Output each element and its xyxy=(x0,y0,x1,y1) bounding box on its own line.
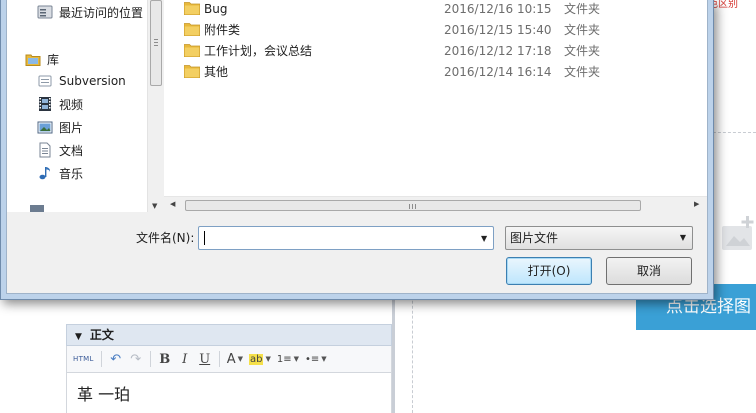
file-name: 其他 xyxy=(204,65,229,79)
highlight-label: ab xyxy=(248,353,264,365)
recent-places-icon xyxy=(37,4,53,20)
chevron-down-icon: ▼ xyxy=(293,355,299,363)
nav-item-label: 视频 xyxy=(59,97,84,112)
editor-toolbar: HTML ↶ ↷ B I U A ▼ ab ▼ 1≡ ▼ •≡ ▼ xyxy=(66,346,392,372)
nav-item-partial[interactable] xyxy=(7,205,147,212)
text-caret xyxy=(204,231,205,245)
grip-line xyxy=(154,42,158,43)
file-type: 文件夹 xyxy=(564,2,601,16)
file-name: 附件类 xyxy=(204,23,241,37)
grip-line xyxy=(154,39,158,40)
chevron-down-icon: ▼ xyxy=(321,355,327,363)
scrollbar-thumb[interactable] xyxy=(185,200,641,211)
nav-item-music[interactable]: 音乐 xyxy=(7,162,147,184)
filename-combobox[interactable]: ▼ xyxy=(198,226,494,250)
cancel-button[interactable]: 取消 xyxy=(606,257,692,285)
italic-button[interactable]: I xyxy=(176,349,194,369)
scroll-right-arrow-icon[interactable]: ▶ xyxy=(694,200,699,208)
nav-item-documents[interactable]: 文档 xyxy=(7,139,147,161)
grip-line xyxy=(415,204,416,209)
grip-line xyxy=(154,45,158,46)
highlight-button[interactable]: ab ▼ xyxy=(247,349,273,369)
ordered-list-icon: 1≡ xyxy=(276,353,292,365)
folder-icon xyxy=(184,65,200,78)
chevron-down-icon: ▼ xyxy=(237,355,243,363)
html-source-button[interactable]: HTML xyxy=(71,349,96,369)
collapse-triangle-icon: ▼ xyxy=(75,332,82,342)
panel-divider xyxy=(392,300,395,413)
folder-icon xyxy=(184,2,200,15)
file-date: 2016/12/14 16:14 xyxy=(444,64,552,79)
folder-icon xyxy=(184,23,200,36)
file-name: 工作计划，会议总结 xyxy=(204,44,313,58)
documents-icon xyxy=(37,142,53,158)
scroll-down-arrow-icon[interactable]: ▼ xyxy=(152,202,157,210)
image-placeholder-icon xyxy=(722,216,754,250)
file-row[interactable]: 其他 2016/12/14 16:14 文件夹 xyxy=(164,61,707,82)
file-list-horizontal-scrollbar[interactable]: ◀ ▶ xyxy=(164,196,707,213)
file-row[interactable]: 附件类 2016/12/15 15:40 文件夹 xyxy=(164,19,707,40)
bold-button[interactable]: B xyxy=(156,349,174,369)
nav-item-label: 文档 xyxy=(59,143,84,158)
file-row[interactable]: 工作计划，会议总结 2016/12/12 17:18 文件夹 xyxy=(164,40,707,61)
grip-line xyxy=(409,204,410,209)
file-date: 2016/12/16 10:15 xyxy=(444,1,552,16)
nav-item-label: 库 xyxy=(47,52,60,67)
file-name: Bug xyxy=(204,1,228,16)
nav-item-label: Subversion xyxy=(59,74,126,88)
underline-button[interactable]: U xyxy=(196,349,214,369)
nav-item-recent-places[interactable]: 最近访问的位置 xyxy=(7,1,147,23)
filename-input[interactable] xyxy=(203,230,473,246)
filename-label: 文件名(N): xyxy=(136,231,195,245)
grip-line xyxy=(412,204,413,209)
video-icon xyxy=(37,96,53,112)
nav-item-label: 最近访问的位置 xyxy=(59,5,144,20)
file-type: 文件夹 xyxy=(564,65,601,79)
editor-content[interactable]: 革 一珀 xyxy=(66,372,392,413)
music-icon xyxy=(37,165,53,181)
editor-section-header[interactable]: ▼ 正文 xyxy=(66,324,392,346)
file-list: Bug 2016/12/16 10:15 文件夹 附件类 2016/12/15 … xyxy=(164,0,707,196)
file-type-filter-select[interactable]: 图片文件 ▼ xyxy=(505,226,693,250)
nav-vertical-scrollbar[interactable]: ▼ xyxy=(147,0,164,212)
scroll-left-arrow-icon[interactable]: ◀ xyxy=(170,200,175,208)
chevron-down-icon[interactable]: ▼ xyxy=(481,234,487,243)
nav-item-pictures[interactable]: 图片 xyxy=(7,116,147,138)
chevron-down-icon: ▼ xyxy=(679,233,686,242)
nav-item-label: 音乐 xyxy=(59,166,84,181)
folder-icon xyxy=(184,44,200,57)
file-date: 2016/12/15 15:40 xyxy=(444,22,552,37)
font-color-label: A xyxy=(226,351,236,367)
section-title: 正文 xyxy=(89,328,114,342)
libraries-icon xyxy=(25,51,41,67)
toolbar-divider xyxy=(218,351,220,367)
subversion-icon xyxy=(37,73,53,89)
open-button[interactable]: 打开(O) xyxy=(506,257,592,285)
toolbar-divider xyxy=(149,351,151,367)
unordered-list-button[interactable]: •≡ ▼ xyxy=(303,349,329,369)
computer-icon xyxy=(29,205,45,212)
filter-value: 图片文件 xyxy=(510,231,559,245)
nav-item-label: 图片 xyxy=(59,120,84,135)
font-color-button[interactable]: A ▼ xyxy=(225,349,245,369)
unordered-list-icon: •≡ xyxy=(305,353,320,365)
pictures-icon xyxy=(37,119,53,135)
navigation-pane: 最近访问的位置 库 Subversion 视频 图片 文档 音乐 xyxy=(7,0,147,212)
scrollbar-thumb[interactable] xyxy=(150,0,162,86)
chevron-down-icon: ▼ xyxy=(265,355,271,363)
toolbar-divider xyxy=(100,351,102,367)
file-type: 文件夹 xyxy=(564,44,601,58)
file-type: 文件夹 xyxy=(564,23,601,37)
file-row[interactable]: Bug 2016/12/16 10:15 文件夹 xyxy=(164,0,707,19)
undo-icon[interactable]: ↶ xyxy=(107,349,125,369)
nav-item-libraries[interactable]: 库 xyxy=(7,48,147,70)
color-hint-text: 色区别 xyxy=(708,0,738,10)
ordered-list-button[interactable]: 1≡ ▼ xyxy=(275,349,301,369)
nav-item-subversion[interactable]: Subversion xyxy=(7,70,147,92)
redo-icon[interactable]: ↷ xyxy=(127,349,145,369)
file-date: 2016/12/12 17:18 xyxy=(444,43,552,58)
nav-item-videos[interactable]: 视频 xyxy=(7,93,147,115)
